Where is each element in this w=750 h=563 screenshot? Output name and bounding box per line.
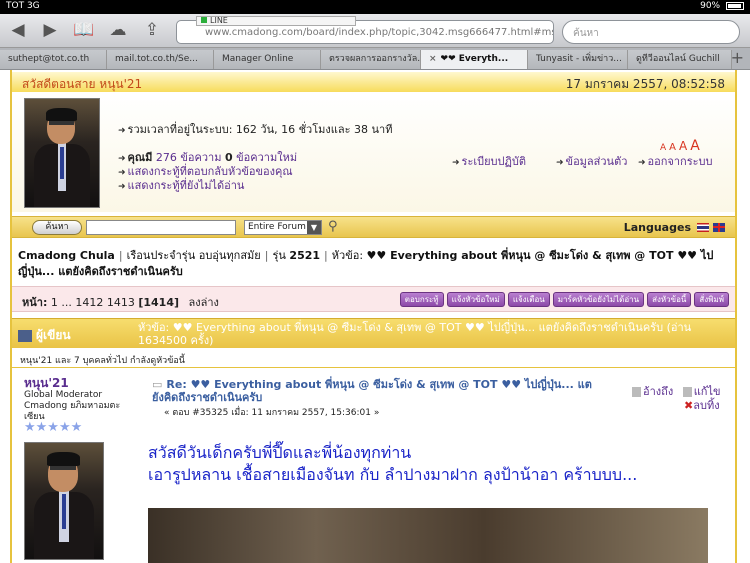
font-size-large[interactable]: A — [679, 139, 687, 153]
battery-percent: 90% — [700, 1, 721, 11]
browser-toolbar: ◀ ▶ 📖 ☁ ⇪ www.cmadong.com/board/index.ph… — [0, 14, 750, 48]
delete-icon: ✖ — [684, 399, 694, 412]
search-icon[interactable]: ⚲ — [328, 219, 342, 235]
current-page: [1414] — [138, 296, 179, 309]
search-scope-select[interactable]: Entire Forum ▼ — [244, 220, 322, 235]
line-notification[interactable]: LINE — [196, 16, 356, 26]
browser-tab[interactable]: Manager Online — [214, 50, 321, 69]
close-tab-icon[interactable]: × — [429, 54, 437, 64]
search-button[interactable]: ค้นหา — [32, 220, 82, 235]
document-icon: ▭ — [152, 378, 163, 391]
browser-tabs: suthept@tot.co.th mail.tot.co.th/Se... M… — [0, 48, 750, 70]
browser-tab[interactable]: mail.tot.co.th/Se... — [107, 50, 214, 69]
quote-icon — [632, 387, 641, 397]
forum-search-input[interactable] — [86, 220, 236, 235]
post-tools: อ้างถึง แก้ไข ✖ลบทิ้ง — [632, 382, 721, 412]
post-subject[interactable]: ▭ Re: ♥♥ Everything about พี่หนุน @ ซีมะโ… — [152, 378, 592, 404]
font-size-controls: AAAA — [660, 138, 703, 154]
forward-icon[interactable]: ▶ — [38, 19, 62, 41]
user-avatar — [24, 98, 100, 208]
chevron-down-icon: ▼ — [307, 221, 321, 234]
greeting-text: สวัสดีตอนสาย หนุน'21 — [22, 77, 143, 91]
topic-actions: ตอบกระทู้ แจ้งหัวข้อใหม่ แจ้งเตือน มาร์คหัว… — [397, 292, 729, 307]
logout-link[interactable]: ➜ ออกจากระบบ — [638, 152, 712, 170]
share-icon[interactable]: ⇪ — [140, 19, 164, 41]
icloud-icon[interactable]: ☁ — [106, 19, 130, 41]
font-size-small[interactable]: A — [660, 143, 666, 153]
font-size-medium[interactable]: A — [669, 142, 676, 153]
font-size-xlarge[interactable]: A — [690, 138, 700, 154]
rank-stars: ★★★★★ — [24, 420, 83, 435]
post-meta: « ตอบ #35325 เมื่อ: 11 มกราคม 2557, 15:3… — [164, 408, 380, 418]
breadcrumb-board[interactable]: เรือนประจำรุ่น อบอุ่นทุกสมัย — [127, 249, 261, 262]
quote-button[interactable]: อ้างถึง — [632, 385, 673, 398]
print-button[interactable]: สั่งพิมพ์ — [694, 292, 729, 307]
pagination: หน้า: 1 ... 1412 1413 [1414] ลงล่าง — [22, 296, 219, 309]
languages-label: Languages — [623, 221, 691, 234]
arrow-icon: ➜ — [556, 158, 564, 168]
arrow-icon: ➜ — [118, 126, 126, 136]
forum-search-bar: ค้นหา Entire Forum ▼ ⚲ Languages — [12, 216, 735, 238]
arrow-icon: ➜ — [452, 158, 460, 168]
line-icon — [201, 17, 207, 23]
new-tab-button[interactable]: + — [731, 48, 744, 68]
carrier-label: TOT 3G — [6, 1, 40, 11]
post-body: สวัสดีวันเด็กครับพี่ปี๊ดและพี่น้องทุกท่า… — [148, 443, 638, 484]
poster-avatar — [24, 442, 104, 560]
mark-unread-button[interactable]: มาร์คหัวข้อยังไม่ได้อ่าน — [552, 292, 645, 307]
page-links[interactable]: 1 ... 1412 1413 — [51, 296, 135, 309]
back-icon[interactable]: ◀ — [6, 19, 30, 41]
poster-role: Global Moderator Cmadong ยภิมหาอมตะ เซีย… — [24, 390, 121, 422]
topic-title: หัวข้อ: ♥♥ Everything about พี่หนุน @ ซี… — [138, 321, 692, 347]
breadcrumb-home[interactable]: Cmadong Chula — [18, 249, 115, 262]
current-datetime: 17 มกราคม 2557, 08:52:58 — [565, 77, 725, 91]
thai-flag-icon[interactable] — [697, 223, 709, 232]
user-panel: ➜ รวมเวลาที่อยู่ในระบบ: 162 วัน, 16 ชั่วโ… — [12, 94, 735, 212]
reply-button[interactable]: ตอบกระทู้ — [399, 292, 444, 307]
show-unread-link[interactable]: ➜ แสดงกระทู้ที่ยังไม่ได้อ่าน — [118, 176, 244, 194]
browser-tab[interactable]: ตรวจผลการออกรางวัล... — [321, 50, 421, 69]
author-column-header: ผู้เขียน — [18, 326, 71, 345]
uk-flag-icon[interactable] — [713, 223, 725, 232]
profile-link[interactable]: ➜ ข้อมูลส่วนตัว — [556, 152, 627, 170]
send-topic-button[interactable]: ส่งหัวข้อนี้ — [647, 292, 692, 307]
online-time: ➜ รวมเวลาที่อยู่ในระบบ: 162 วัน, 16 ชั่วโ… — [118, 123, 393, 136]
battery-icon — [726, 1, 744, 10]
topic-header: ผู้เขียน หัวข้อ: ♥♥ Everything about พี่… — [12, 318, 735, 348]
post-photo — [148, 508, 708, 563]
arrow-icon: ➜ — [638, 158, 646, 168]
notify-new-topic-button[interactable]: แจ้งหัวข้อใหม่ — [446, 292, 505, 307]
browser-tab[interactable]: suthept@tot.co.th — [0, 50, 107, 69]
go-down-link[interactable]: ลงล่าง — [189, 296, 219, 309]
forum-post: หนุน'21 Global Moderator Cmadong ยภิมหาอ… — [12, 370, 735, 563]
rules-link[interactable]: ➜ ระเบียบปฏิบัติ — [452, 152, 526, 170]
forum-top-bar: สวัสดีตอนสาย หนุน'21 17 มกราคม 2557, 08:… — [12, 72, 735, 92]
browser-tab[interactable]: ดูทีวีออนไลน์ Guchill — [628, 50, 732, 69]
browser-tab-active[interactable]: × ❤❤ Everyth... — [421, 50, 528, 69]
status-bar: TOT 3G 90% — [0, 0, 750, 14]
topic-viewers: หนุน'21 และ 7 บุคคลทั่วไป กำลังดูหัวข้อน… — [12, 350, 735, 368]
delete-button[interactable]: ✖ลบทิ้ง — [684, 396, 720, 414]
bookmarks-icon[interactable]: 📖 — [72, 19, 96, 41]
pencil-icon — [18, 329, 32, 342]
arrow-icon: ➜ — [118, 182, 126, 192]
pagination-bar: หน้า: 1 ... 1412 1413 [1414] ลงล่าง ตอบก… — [12, 286, 735, 312]
notify-button[interactable]: แจ้งเตือน — [507, 292, 550, 307]
breadcrumb-class[interactable]: 2521 — [289, 249, 320, 262]
search-field[interactable]: ค้นหา — [562, 20, 740, 44]
breadcrumb: Cmadong Chula | เรือนประจำรุ่น อบอุ่นทุกสม… — [18, 249, 714, 278]
browser-tab[interactable]: Tunyasit - เพิ่มข่าว... — [528, 50, 628, 69]
battery-indicator: 90% — [700, 1, 744, 11]
web-page: สวัสดีตอนสาย หนุน'21 17 มกราคม 2557, 08:… — [0, 70, 750, 563]
forum-frame: สวัสดีตอนสาย หนุน'21 17 มกราคม 2557, 08:… — [10, 70, 737, 563]
